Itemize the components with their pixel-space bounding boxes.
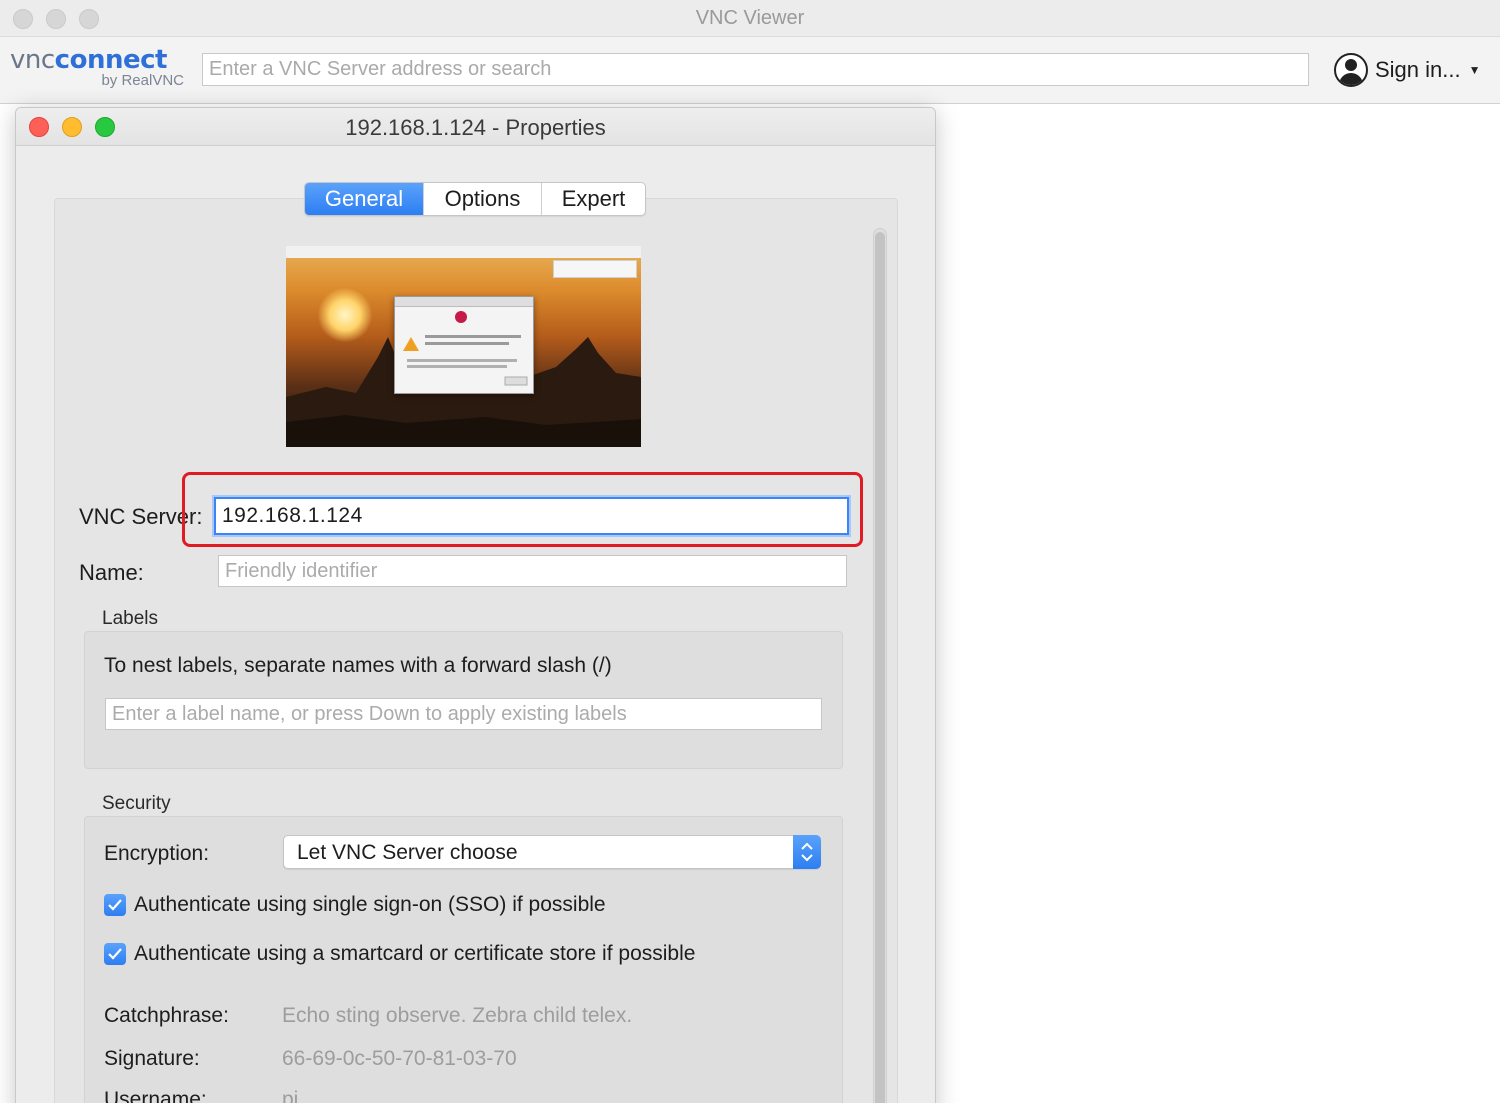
logo-primary: vnc bbox=[10, 45, 55, 75]
vnc-connect-logo: vncconnect by RealVNC bbox=[10, 45, 186, 95]
window-title: VNC Viewer bbox=[695, 7, 805, 29]
properties-dialog: 192.168.1.124 - Properties General Optio… bbox=[15, 107, 936, 1103]
encryption-select[interactable]: Let VNC Server choose bbox=[283, 835, 821, 869]
catchphrase-value: Echo sting observe. Zebra child telex. bbox=[282, 1004, 633, 1027]
name-label: Name: bbox=[79, 560, 144, 585]
sso-checkbox-label: Authenticate using single sign-on (SSO) … bbox=[134, 893, 606, 916]
preview-taskbar bbox=[286, 246, 641, 258]
logo-secondary: connect bbox=[54, 45, 168, 75]
username-label: Username: bbox=[104, 1088, 207, 1103]
labels-hint: To nest labels, separate names with a fo… bbox=[104, 654, 612, 677]
encryption-label: Encryption: bbox=[104, 842, 210, 865]
username-value: pi bbox=[282, 1088, 299, 1103]
smartcard-checkbox-label: Authenticate using a smartcard or certif… bbox=[134, 942, 696, 965]
sign-in-button[interactable]: Sign in... ▼ bbox=[1334, 51, 1481, 89]
smartcard-checkbox[interactable] bbox=[104, 943, 126, 965]
label-name-input[interactable] bbox=[105, 698, 822, 730]
desktop-preview-thumbnail bbox=[286, 246, 641, 447]
tab-expert[interactable]: Expert bbox=[541, 183, 645, 215]
vertical-scrollbar[interactable] bbox=[873, 228, 887, 1103]
dialog-title: 192.168.1.124 - Properties bbox=[345, 115, 606, 140]
tab-general[interactable]: General bbox=[305, 183, 423, 215]
preview-notification bbox=[553, 260, 637, 278]
catchphrase-label: Catchphrase: bbox=[104, 1004, 229, 1027]
name-input[interactable] bbox=[218, 555, 847, 587]
vnc-server-input[interactable] bbox=[214, 497, 849, 535]
dropdown-caret-icon: ▼ bbox=[1468, 63, 1481, 77]
checkmark-icon bbox=[108, 948, 122, 960]
tab-bar: General Options Expert bbox=[304, 182, 646, 216]
sso-checkbox[interactable] bbox=[104, 894, 126, 916]
tab-options[interactable]: Options bbox=[423, 183, 541, 215]
signature-value: 66-69-0c-50-70-81-03-70 bbox=[282, 1047, 517, 1070]
viewer-toolbar: vncconnect by RealVNC Sign in... ▼ bbox=[0, 37, 1500, 104]
dialog-titlebar: 192.168.1.124 - Properties bbox=[16, 108, 935, 146]
labels-group-title: Labels bbox=[102, 608, 158, 629]
server-search-input[interactable] bbox=[202, 53, 1309, 86]
signature-label: Signature: bbox=[104, 1047, 200, 1070]
logo-subtitle: by RealVNC bbox=[101, 72, 184, 89]
select-stepper-icon bbox=[793, 835, 821, 869]
user-avatar-icon bbox=[1334, 53, 1368, 87]
checkmark-icon bbox=[108, 899, 122, 911]
scrollbar-thumb[interactable] bbox=[875, 232, 885, 1103]
sign-in-label: Sign in... bbox=[1375, 57, 1461, 82]
viewer-titlebar: VNC Viewer bbox=[0, 0, 1500, 37]
preview-dialog bbox=[394, 296, 534, 394]
sso-checkbox-row[interactable]: Authenticate using single sign-on (SSO) … bbox=[104, 892, 606, 918]
smartcard-checkbox-row[interactable]: Authenticate using a smartcard or certif… bbox=[104, 941, 695, 967]
security-group-title: Security bbox=[102, 793, 171, 814]
vnc-server-label: VNC Server: bbox=[79, 504, 203, 529]
encryption-select-value: Let VNC Server choose bbox=[297, 841, 518, 864]
logo-wordmark: vncconnect bbox=[10, 45, 167, 75]
